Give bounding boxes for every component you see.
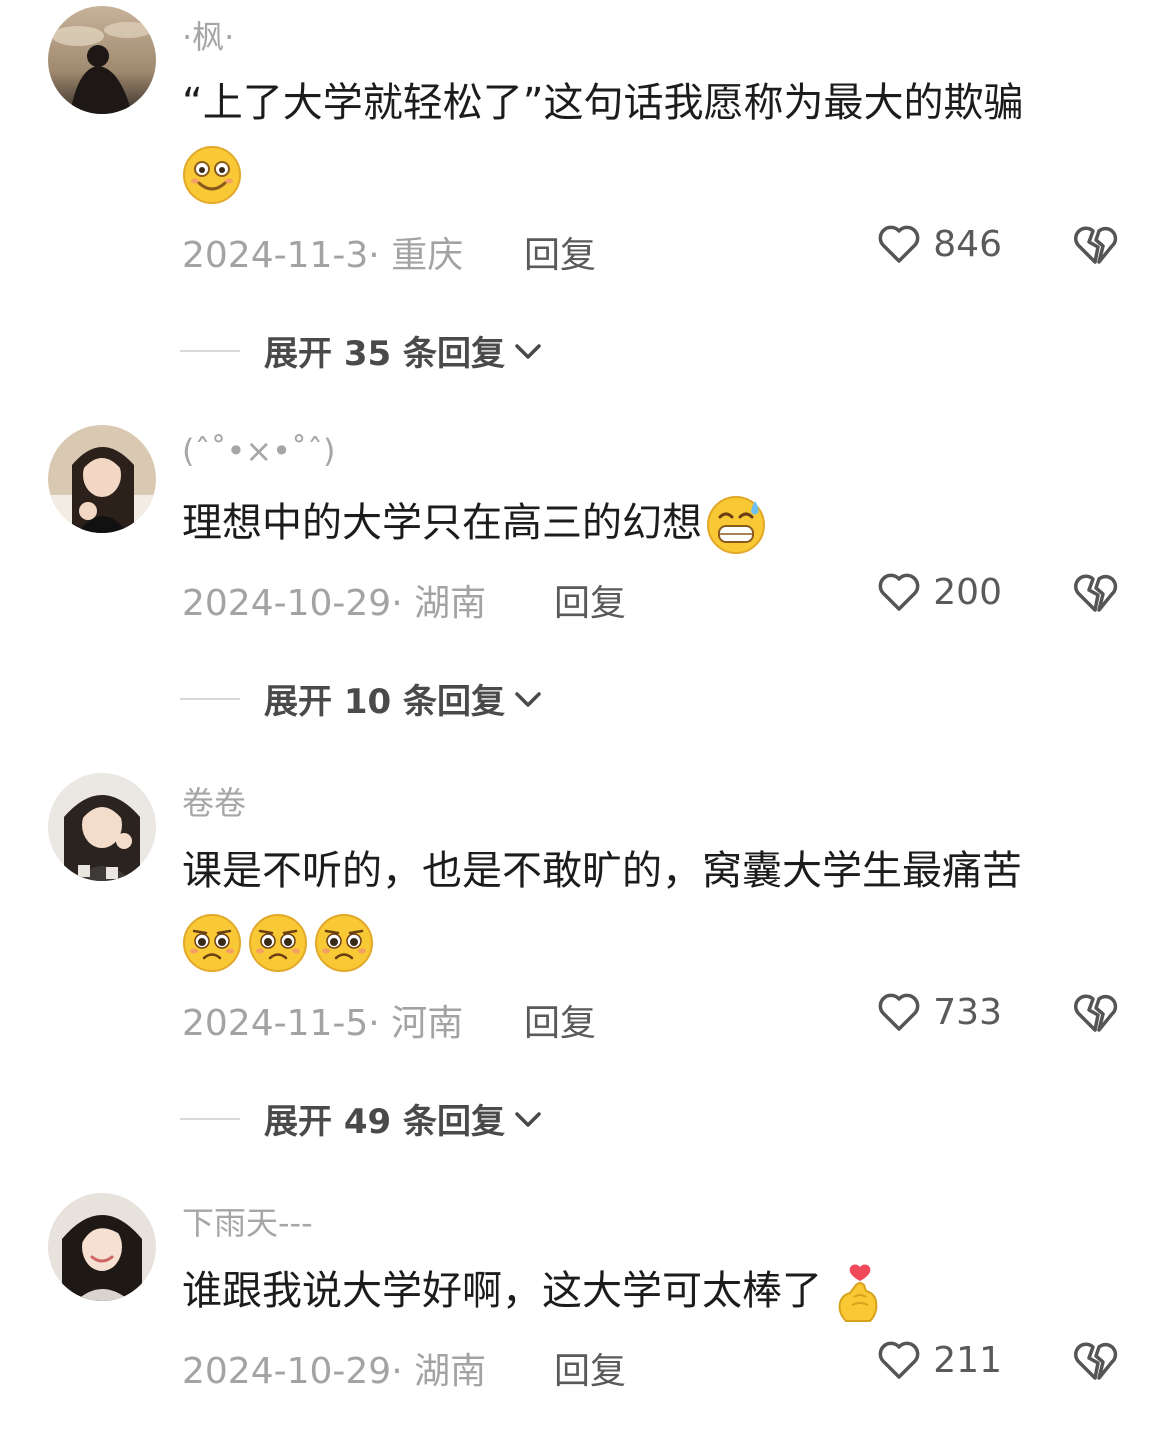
broken-heart-icon xyxy=(1074,994,1118,1032)
comment-text: 理想中的大学只在高三的幻想 xyxy=(182,488,1122,558)
expand-replies-button[interactable]: 展开 35 条回复 xyxy=(180,326,545,375)
dislike-button[interactable] xyxy=(1070,988,1120,1042)
expand-replies-label: 展开 35 条回复 xyxy=(264,334,505,374)
reply-button[interactable]: 回复 xyxy=(554,1342,626,1394)
username[interactable]: (ˆ˚•×•˚ˆ) xyxy=(182,432,336,470)
heart-icon xyxy=(878,1341,920,1379)
comment-date-location: 2024-11-5· 河南 xyxy=(182,1003,464,1044)
expand-replies-label: 展开 10 条回复 xyxy=(264,682,505,722)
comment-text-content: 谁跟我说大学好啊，这大学可太棒了 xyxy=(182,1268,822,1314)
comment-text: “上了大学就轻松了”这句话我愿称为最大的欺骗 xyxy=(182,68,1122,208)
comment-text: 谁跟我说大学好啊，这大学可太棒了 xyxy=(182,1256,1122,1326)
broken-heart-icon xyxy=(1074,1342,1118,1380)
expand-replies-button[interactable]: 展开 49 条回复 xyxy=(180,1094,545,1143)
avatar[interactable] xyxy=(48,425,156,533)
like-button[interactable]: 733 xyxy=(870,988,1002,1036)
username[interactable]: ·枫· xyxy=(182,12,234,58)
pleading-emoji-icon xyxy=(183,914,241,972)
comment-text-content: 课是不听的，也是不敢旷的，窝囊大学生最痛苦 xyxy=(182,848,1022,894)
like-button[interactable]: 846 xyxy=(870,220,1002,268)
avatar[interactable] xyxy=(48,6,156,114)
like-count: 200 xyxy=(933,571,1002,613)
username[interactable]: 下雨天--- xyxy=(182,1198,313,1244)
avatar[interactable] xyxy=(48,773,156,881)
like-button[interactable]: 211 xyxy=(870,1336,1002,1384)
chevron-down-icon xyxy=(515,1111,541,1127)
dislike-button[interactable] xyxy=(1070,220,1120,274)
broken-heart-icon xyxy=(1074,226,1118,264)
like-count: 733 xyxy=(933,991,1002,1033)
heart-icon xyxy=(878,573,920,611)
broken-heart-icon xyxy=(1074,574,1118,612)
comment-date-location: 2024-11-3· 重庆 xyxy=(182,235,464,276)
reply-button[interactable]: 回复 xyxy=(554,574,626,626)
like-count: 846 xyxy=(933,223,1002,265)
sweat-grin-emoji-icon xyxy=(707,496,765,554)
dislike-button[interactable] xyxy=(1070,1336,1120,1390)
reply-button[interactable]: 回复 xyxy=(524,994,596,1046)
comment-text-content: “上了大学就轻松了”这句话我愿称为最大的欺骗 xyxy=(182,80,1024,126)
smile-emoji-icon xyxy=(183,146,241,204)
comment-text-content: 理想中的大学只在高三的幻想 xyxy=(182,500,702,546)
pleading-emoji-icon xyxy=(315,914,373,972)
divider xyxy=(180,697,240,700)
finger-heart-emoji-icon xyxy=(838,1264,878,1322)
dislike-button[interactable] xyxy=(1070,568,1120,622)
like-button[interactable]: 200 xyxy=(870,568,1002,616)
reply-button[interactable]: 回复 xyxy=(524,226,596,278)
chevron-down-icon xyxy=(515,691,541,707)
chevron-down-icon xyxy=(515,343,541,359)
heart-icon xyxy=(878,225,920,263)
pleading-emoji-icon xyxy=(249,914,307,972)
expand-replies-button[interactable]: 展开 10 条回复 xyxy=(180,674,545,723)
heart-icon xyxy=(878,993,920,1031)
divider xyxy=(180,1117,240,1120)
username[interactable]: 卷卷 xyxy=(182,778,246,824)
divider xyxy=(180,349,240,352)
comment-date-location: 2024-10-29· 湖南 xyxy=(182,1351,487,1392)
like-count: 211 xyxy=(933,1339,1002,1381)
expand-replies-label: 展开 49 条回复 xyxy=(264,1102,505,1142)
avatar[interactable] xyxy=(48,1193,156,1301)
comment-text: 课是不听的，也是不敢旷的，窝囊大学生最痛苦 xyxy=(182,836,1122,976)
comment-date-location: 2024-10-29· 湖南 xyxy=(182,583,487,624)
